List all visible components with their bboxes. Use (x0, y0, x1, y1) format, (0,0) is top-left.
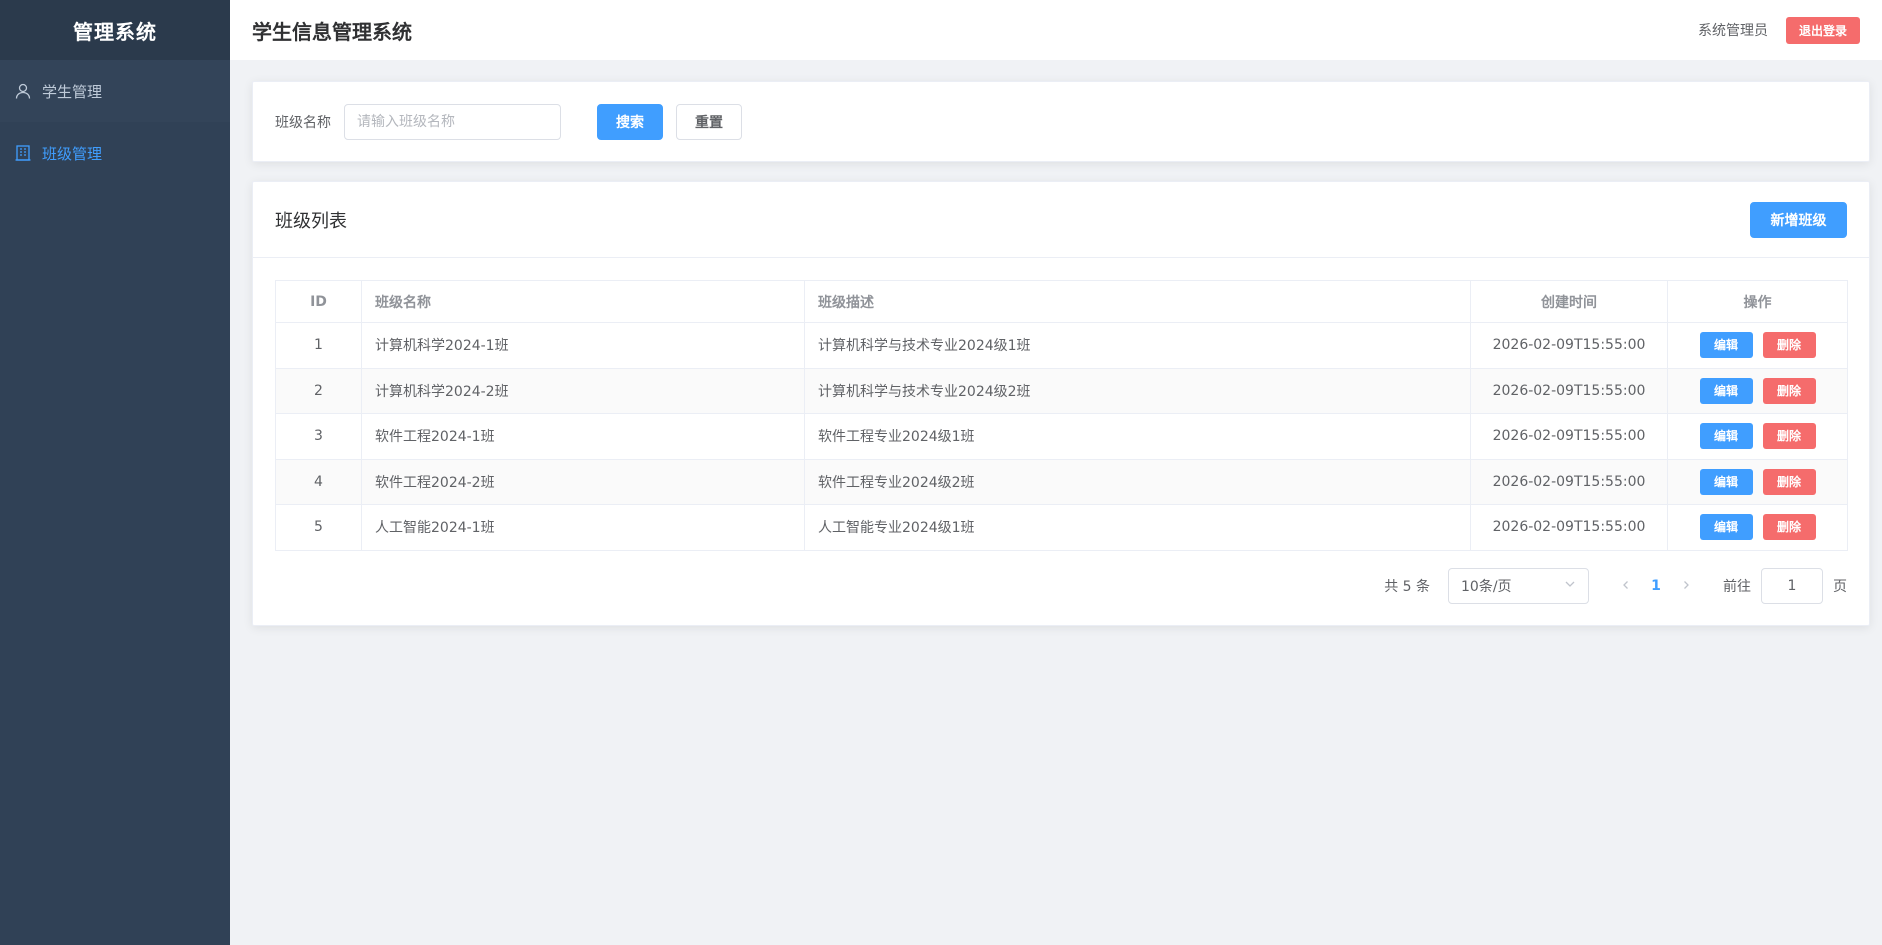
table-row: 4 软件工程2024-2班 软件工程专业2024级2班 2026-02-09T1… (275, 458, 1848, 505)
search-panel: 班级名称 搜索 重置 (252, 81, 1870, 162)
edit-button[interactable]: 编辑 (1699, 332, 1753, 359)
class-table: ID 班级名称 班级描述 创建时间 操作 1 计算机科学2024-1班 计算机科… (275, 280, 1848, 551)
page-size-value: 10条/页 (1461, 579, 1512, 595)
class-name-label: 班级名称 (275, 114, 331, 131)
total-count: 共 5 条 (1384, 579, 1430, 595)
cell-created: 2026-02-09T15:55:00 (1470, 322, 1668, 369)
building-icon (14, 144, 32, 162)
cell-name: 计算机科学2024-2班 (361, 367, 805, 414)
cell-id: 2 (275, 367, 362, 414)
cell-created: 2026-02-09T15:55:00 (1470, 458, 1668, 505)
page-size-select[interactable]: 10条/页 (1448, 568, 1589, 604)
chevron-right-icon[interactable] (1671, 578, 1701, 594)
sidebar-item-students[interactable]: 学生管理 (0, 60, 230, 122)
sidebar-item-label: 班级管理 (42, 144, 103, 163)
delete-button[interactable]: 删除 (1762, 468, 1816, 495)
cell-id: 5 (275, 504, 362, 551)
column-header-actions: 操作 (1667, 280, 1848, 323)
pagination: 共 5 条 10条/页 1 前往 页 (1384, 568, 1847, 604)
cell-desc: 计算机科学与技术专业2024级1班 (804, 322, 1471, 369)
list-title: 班级列表 (275, 210, 347, 232)
table-header-row: ID 班级名称 班级描述 创建时间 操作 (275, 280, 1848, 323)
page-suffix-label: 页 (1833, 579, 1847, 595)
goto-page-input[interactable] (1761, 568, 1823, 604)
cell-desc: 计算机科学与技术专业2024级2班 (804, 367, 1471, 414)
column-header-created: 创建时间 (1470, 280, 1668, 323)
edit-button[interactable]: 编辑 (1699, 514, 1753, 541)
cell-name: 计算机科学2024-1班 (361, 322, 805, 369)
cell-actions: 编辑 删除 (1667, 413, 1848, 460)
goto-label: 前往 (1723, 579, 1751, 595)
search-button[interactable]: 搜索 (597, 103, 663, 140)
sidebar: 管理系统 学生管理 班级管理 (0, 0, 230, 945)
table-row: 2 计算机科学2024-2班 计算机科学与技术专业2024级2班 2026-02… (275, 367, 1848, 414)
edit-button[interactable]: 编辑 (1699, 377, 1753, 404)
edit-button[interactable]: 编辑 (1699, 423, 1753, 450)
cell-created: 2026-02-09T15:55:00 (1470, 504, 1668, 551)
reset-button[interactable]: 重置 (676, 103, 742, 140)
cell-created: 2026-02-09T15:55:00 (1470, 367, 1668, 414)
class-name-search-input[interactable] (344, 103, 561, 140)
edit-button[interactable]: 编辑 (1699, 468, 1753, 495)
delete-button[interactable]: 删除 (1762, 332, 1816, 359)
sidebar-item-label: 学生管理 (42, 82, 103, 101)
page-title: 学生信息管理系统 (252, 19, 412, 44)
cell-desc: 人工智能专业2024级1班 (804, 504, 1471, 551)
table-row: 3 软件工程2024-1班 软件工程专业2024级1班 2026-02-09T1… (275, 413, 1848, 460)
page-number-current[interactable]: 1 (1641, 578, 1671, 594)
cell-desc: 软件工程专业2024级1班 (804, 413, 1471, 460)
cell-id: 4 (275, 458, 362, 505)
brand-title: 管理系统 (0, 0, 230, 60)
class-list-panel: 班级列表 新增班级 ID 班级名称 班级描述 创建时间 操作 1 计算机科学20… (252, 181, 1870, 626)
add-class-button[interactable]: 新增班级 (1750, 201, 1847, 238)
column-header-id: ID (275, 280, 362, 323)
column-header-desc: 班级描述 (804, 280, 1471, 323)
table-row: 1 计算机科学2024-1班 计算机科学与技术专业2024级1班 2026-02… (275, 322, 1848, 369)
cell-id: 1 (275, 322, 362, 369)
delete-button[interactable]: 删除 (1762, 377, 1816, 404)
cell-actions: 编辑 删除 (1667, 504, 1848, 551)
logout-button[interactable]: 退出登录 (1785, 16, 1860, 44)
cell-actions: 编辑 删除 (1667, 322, 1848, 369)
delete-button[interactable]: 删除 (1762, 423, 1816, 450)
table-row: 5 人工智能2024-1班 人工智能专业2024级1班 2026-02-09T1… (275, 504, 1848, 551)
current-user: 系统管理员 (1697, 23, 1768, 39)
cell-created: 2026-02-09T15:55:00 (1470, 413, 1668, 460)
delete-button[interactable]: 删除 (1762, 514, 1816, 541)
cell-id: 3 (275, 413, 362, 460)
cell-actions: 编辑 删除 (1667, 458, 1848, 505)
cell-name: 人工智能2024-1班 (361, 504, 805, 551)
cell-actions: 编辑 删除 (1667, 367, 1848, 414)
user-icon (14, 82, 32, 100)
column-header-name: 班级名称 (361, 280, 805, 323)
chevron-left-icon[interactable] (1611, 578, 1641, 594)
sidebar-item-classes[interactable]: 班级管理 (0, 122, 230, 184)
cell-name: 软件工程2024-2班 (361, 458, 805, 505)
chevron-down-icon (1564, 578, 1576, 594)
cell-desc: 软件工程专业2024级2班 (804, 458, 1471, 505)
top-header: 学生信息管理系统 系统管理员 退出登录 (230, 0, 1882, 60)
cell-name: 软件工程2024-1班 (361, 413, 805, 460)
